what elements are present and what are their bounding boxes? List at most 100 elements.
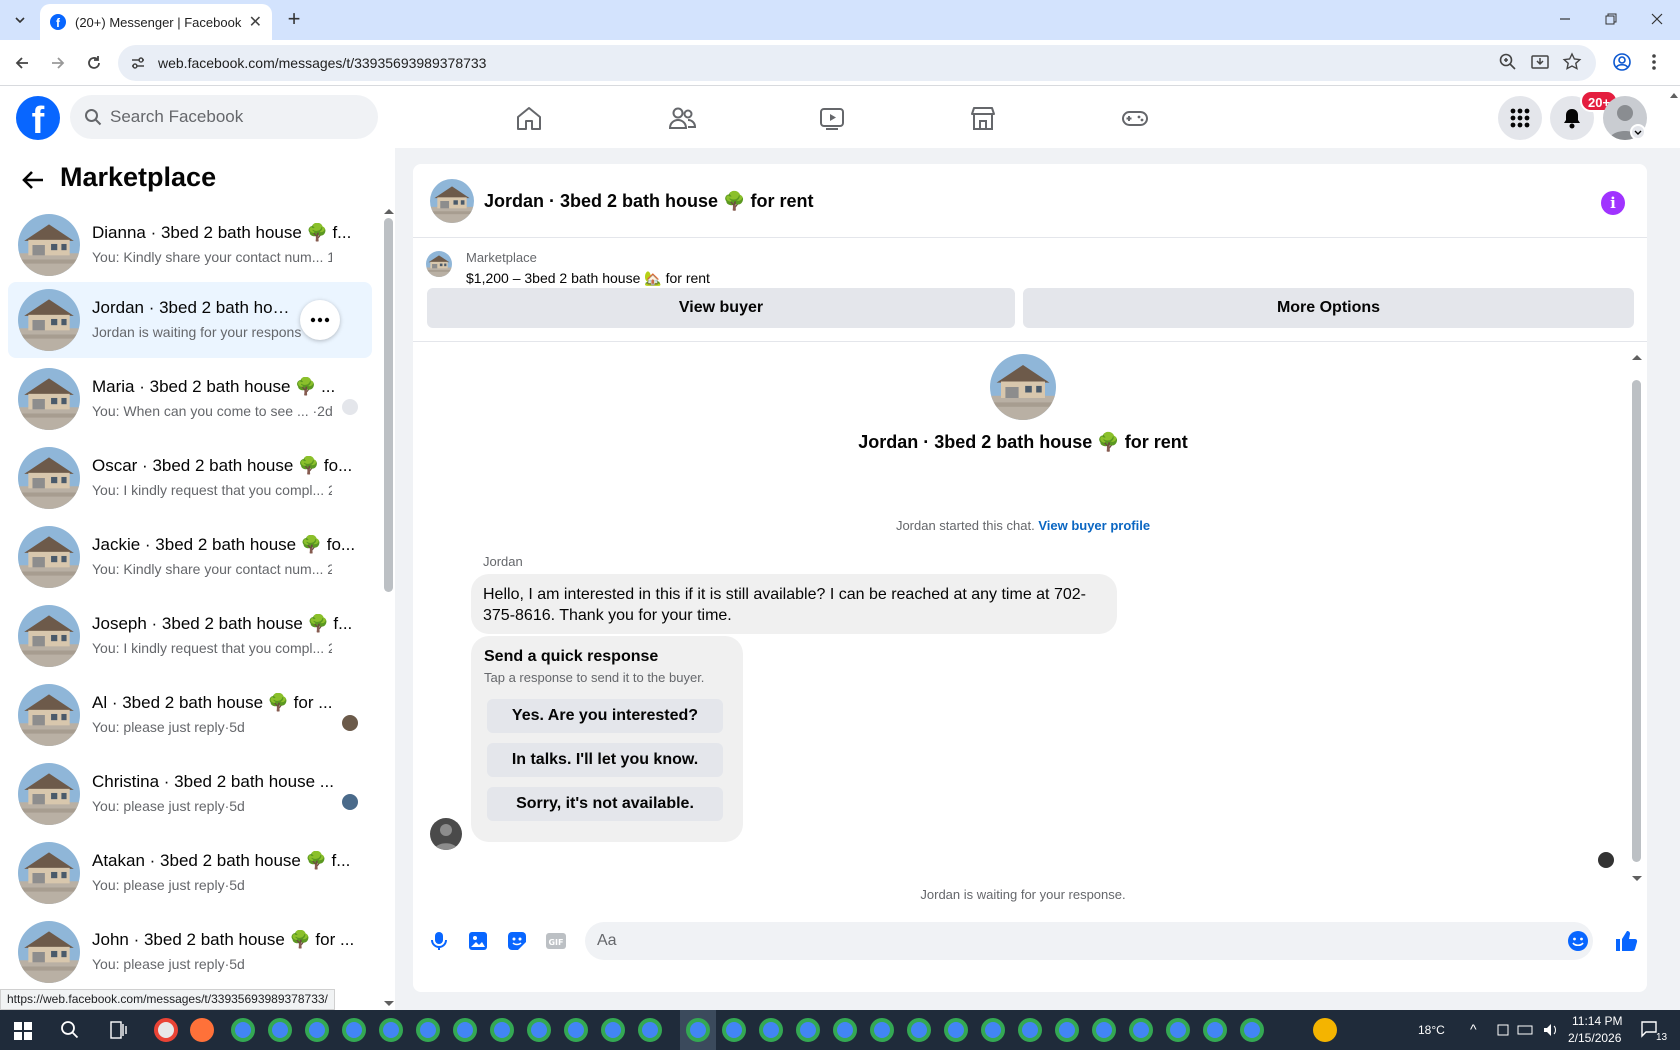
listing-thumbnail-small[interactable] bbox=[426, 251, 452, 277]
microphone-icon[interactable] bbox=[428, 930, 450, 952]
scroll-up-arrow[interactable] bbox=[1632, 354, 1642, 360]
weather-temperature[interactable]: 18°C bbox=[1418, 1023, 1445, 1037]
conversation-item[interactable]: Al · 3bed 2 bath house 🌳 for ... You: pl… bbox=[8, 677, 372, 753]
close-window-button[interactable] bbox=[1648, 10, 1666, 28]
chrome-icon[interactable] bbox=[722, 1018, 746, 1042]
chrome-icon[interactable] bbox=[1092, 1018, 1116, 1042]
chrome-icon[interactable] bbox=[944, 1018, 968, 1042]
search-taskbar-icon[interactable] bbox=[60, 1020, 80, 1040]
conversation-item[interactable]: Atakan · 3bed 2 bath house 🌳 f... You: p… bbox=[8, 835, 372, 911]
app-icon[interactable] bbox=[154, 1018, 178, 1042]
restore-window-button[interactable] bbox=[1602, 10, 1620, 28]
chrome-icon[interactable] bbox=[796, 1018, 820, 1042]
moon-weather-icon[interactable] bbox=[1313, 1018, 1337, 1042]
forward-button[interactable] bbox=[46, 51, 70, 75]
browser-tab[interactable]: f (20+) Messenger | Facebook ✕ bbox=[40, 4, 272, 40]
tab-list-dropdown[interactable] bbox=[10, 10, 30, 30]
chrome-icon[interactable] bbox=[416, 1018, 440, 1042]
watch-nav-icon[interactable] bbox=[817, 103, 847, 133]
minimize-window-button[interactable] bbox=[1556, 10, 1574, 28]
chrome-icon[interactable] bbox=[833, 1018, 857, 1042]
chrome-icon-active[interactable] bbox=[686, 1018, 710, 1042]
bookmark-star-icon[interactable] bbox=[1562, 52, 1582, 72]
friends-nav-icon[interactable] bbox=[667, 103, 697, 133]
more-options-button[interactable] bbox=[300, 300, 340, 340]
scroll-up-arrow[interactable] bbox=[384, 208, 394, 214]
chrome-icon[interactable] bbox=[1240, 1018, 1264, 1042]
chrome-icon[interactable] bbox=[638, 1018, 662, 1042]
chrome-icon[interactable] bbox=[490, 1018, 514, 1042]
thumbs-up-icon[interactable] bbox=[1613, 928, 1639, 954]
chrome-icon[interactable] bbox=[305, 1018, 329, 1042]
message-bubble[interactable]: Hello, I am interested in this if it is … bbox=[471, 574, 1117, 634]
conversation-item[interactable]: Joseph · 3bed 2 bath house 🌳 f... You: I… bbox=[8, 598, 372, 674]
page-scroll-up-arrow[interactable] bbox=[1670, 92, 1678, 98]
new-tab-button[interactable]: + bbox=[282, 8, 306, 32]
chrome-icon[interactable] bbox=[527, 1018, 551, 1042]
chrome-icon[interactable] bbox=[1018, 1018, 1042, 1042]
quick-reply-in-talks-button[interactable]: In talks. I'll let you know. bbox=[487, 743, 723, 777]
conversation-item[interactable]: Oscar · 3bed 2 bath house 🌳 fo... You: I… bbox=[8, 440, 372, 516]
install-app-icon[interactable] bbox=[1530, 52, 1550, 72]
conversation-item[interactable]: Dianna · 3bed 2 bath house 🌳 f... You: K… bbox=[8, 207, 372, 283]
gif-icon[interactable]: GIF bbox=[545, 930, 567, 952]
message-input[interactable]: Aa bbox=[585, 922, 1593, 960]
back-button[interactable] bbox=[10, 51, 34, 75]
conversation-item[interactable]: Maria · 3bed 2 bath house 🌳 ... You: Whe… bbox=[8, 361, 372, 437]
firefox-icon[interactable] bbox=[190, 1018, 214, 1042]
zoom-icon[interactable] bbox=[1498, 52, 1518, 72]
chrome-icon[interactable] bbox=[342, 1018, 366, 1042]
windows-start-icon[interactable] bbox=[14, 1022, 32, 1040]
listing-price-title[interactable]: $1,200 – 3bed 2 bath house 🏡 for rent bbox=[466, 270, 710, 287]
chrome-icon[interactable] bbox=[1055, 1018, 1079, 1042]
scroll-down-arrow[interactable] bbox=[1632, 876, 1642, 882]
quick-reply-not-available-button[interactable]: Sorry, it's not available. bbox=[487, 787, 723, 821]
chrome-icon[interactable] bbox=[759, 1018, 783, 1042]
conversation-item[interactable]: John · 3bed 2 bath house 🌳 for ... You: … bbox=[8, 914, 372, 990]
facebook-logo-icon[interactable]: f bbox=[16, 96, 60, 140]
chrome-icon[interactable] bbox=[1129, 1018, 1153, 1042]
back-arrow-icon[interactable] bbox=[22, 170, 44, 190]
account-chevron-icon[interactable] bbox=[1630, 124, 1646, 140]
quick-reply-yes-button[interactable]: Yes. Are you interested? bbox=[487, 699, 723, 733]
chrome-icon[interactable] bbox=[1203, 1018, 1227, 1042]
clock-date[interactable]: 2/15/2026 bbox=[1568, 1031, 1621, 1045]
task-view-icon[interactable] bbox=[110, 1021, 128, 1039]
marketplace-nav-icon[interactable] bbox=[968, 103, 998, 133]
profile-icon[interactable] bbox=[1612, 52, 1632, 72]
chat-title[interactable]: Jordan · 3bed 2 bath house 🌳 for rent bbox=[484, 191, 813, 212]
chrome-icon[interactable] bbox=[870, 1018, 894, 1042]
messages-scroll-thumb[interactable] bbox=[1632, 380, 1641, 862]
more-options-button[interactable]: More Options bbox=[1023, 288, 1634, 328]
chrome-icon[interactable] bbox=[268, 1018, 292, 1042]
chrome-icon[interactable] bbox=[231, 1018, 255, 1042]
chrome-icon[interactable] bbox=[453, 1018, 477, 1042]
sender-avatar[interactable] bbox=[430, 818, 462, 850]
chrome-icon[interactable] bbox=[1166, 1018, 1190, 1042]
home-nav-icon[interactable] bbox=[514, 103, 544, 133]
chrome-icon[interactable] bbox=[564, 1018, 588, 1042]
search-input[interactable]: Search Facebook bbox=[70, 95, 378, 139]
browser-menu-icon[interactable] bbox=[1650, 52, 1658, 72]
reload-button[interactable] bbox=[82, 51, 106, 75]
chrome-icon[interactable] bbox=[981, 1018, 1005, 1042]
sticker-icon[interactable] bbox=[506, 930, 528, 952]
tray-icons[interactable] bbox=[1496, 1022, 1562, 1038]
tray-chevron-icon[interactable]: ^ bbox=[1470, 1021, 1477, 1037]
scroll-down-arrow[interactable] bbox=[384, 1001, 394, 1007]
photo-icon[interactable] bbox=[467, 930, 489, 952]
menu-button[interactable] bbox=[1498, 96, 1542, 140]
conversation-item-selected[interactable]: Jordan · 3bed 2 bath house 🌳 ... Jordan … bbox=[8, 282, 372, 358]
site-settings-icon[interactable] bbox=[130, 55, 146, 71]
emoji-icon[interactable] bbox=[1567, 930, 1589, 952]
chrome-icon[interactable] bbox=[601, 1018, 625, 1042]
close-tab-icon[interactable]: ✕ bbox=[249, 12, 262, 32]
address-bar[interactable]: web.facebook.com/messages/t/339356939893… bbox=[118, 45, 1596, 81]
clock-time[interactable]: 11:14 PM bbox=[1572, 1014, 1622, 1028]
chrome-icon[interactable] bbox=[907, 1018, 931, 1042]
chat-listing-avatar[interactable] bbox=[430, 179, 474, 223]
view-buyer-profile-link[interactable]: View buyer profile bbox=[1038, 518, 1150, 533]
gaming-nav-icon[interactable] bbox=[1120, 103, 1150, 133]
view-buyer-button[interactable]: View buyer bbox=[427, 288, 1015, 328]
conversation-item[interactable]: Christina · 3bed 2 bath house ... You: p… bbox=[8, 756, 372, 832]
